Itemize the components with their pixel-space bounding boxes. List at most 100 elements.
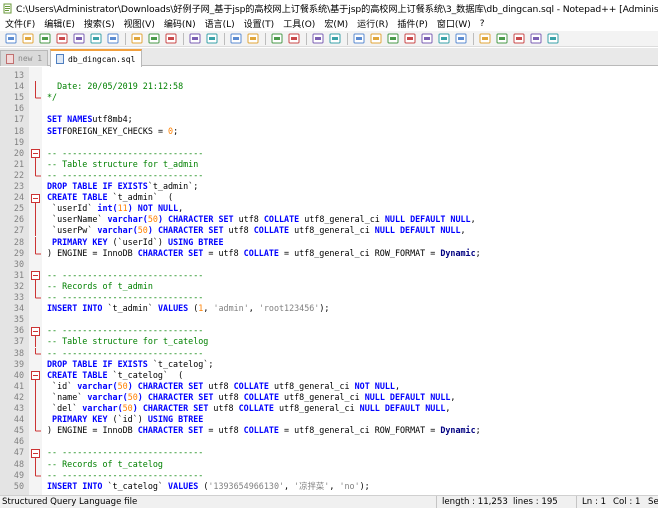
new-file-icon[interactable] <box>3 32 18 45</box>
function-list-icon[interactable] <box>419 32 434 45</box>
code-line[interactable]: INSERT INTO `t_admin` VALUES (1, 'admin'… <box>47 303 329 314</box>
menu-file[interactable]: 文件(F) <box>0 17 39 30</box>
record-macro-icon[interactable] <box>477 32 492 45</box>
sync-v-icon[interactable] <box>310 32 325 45</box>
status-lines: lines : 195 <box>513 497 558 507</box>
tab-new-1[interactable]: new 1 <box>0 50 48 66</box>
zoom-in-icon[interactable] <box>269 32 284 45</box>
tab-db-dingcan-sql[interactable]: db_dingcan.sql <box>50 49 142 67</box>
line-number: 28 <box>13 236 24 247</box>
notepadpp-window: C:\Users\Administrator\Downloads\好例子网_基于… <box>0 0 658 508</box>
code-token: ); <box>359 480 370 491</box>
code-line[interactable]: DROP TABLE IF EXISTS`t_admin`; <box>47 181 198 192</box>
line-number: 13 <box>13 70 24 80</box>
menu-encoding[interactable]: 编码(N) <box>159 17 200 30</box>
find-icon[interactable] <box>228 32 243 45</box>
menu-search[interactable]: 搜索(S) <box>79 17 119 30</box>
fold-line <box>35 403 36 415</box>
cut-icon[interactable] <box>129 32 144 45</box>
status-ln: Ln : 1 <box>582 497 607 507</box>
code-line[interactable]: INSERT INTO `t_catelog` VALUES ('1393654… <box>47 481 370 492</box>
menu-edit[interactable]: 编辑(E) <box>39 17 79 30</box>
code-line[interactable]: -- ---------------------------- <box>47 470 203 481</box>
code-token: 'admin' <box>213 303 249 314</box>
undo-icon[interactable] <box>187 32 202 45</box>
code-token: , <box>394 380 401 391</box>
line-number: 41 <box>13 380 24 391</box>
code-token: -- Records of t_catelog <box>47 458 163 469</box>
folder-workspace-icon[interactable] <box>436 32 451 45</box>
menu-settings[interactable]: 设置(T) <box>239 17 279 30</box>
stop-record-icon[interactable] <box>494 32 509 45</box>
menu-view[interactable]: 视图(V) <box>119 17 159 30</box>
tab-label: db_dingcan.sql <box>68 54 136 64</box>
code-line[interactable]: -- Records of t_admin <box>47 281 153 292</box>
zoom-out-icon[interactable] <box>286 32 301 45</box>
menu-window[interactable]: 窗口(W) <box>432 17 475 30</box>
redo-icon[interactable] <box>204 32 219 45</box>
editor-area[interactable]: 13 14 Date: 20/05/2019 21:12:58 15 */ 16 17 SE… <box>0 67 658 495</box>
menu-language[interactable]: 语言(L) <box>200 17 239 30</box>
code-line[interactable]: `userId` int(11) NOT NULL, <box>47 203 183 214</box>
code-token: CHARACTER SET <box>137 247 204 258</box>
word-wrap-icon[interactable] <box>351 32 366 45</box>
code-token: COLLATE <box>243 391 279 402</box>
code-line[interactable]: -- ---------------------------- <box>47 170 203 181</box>
code-line[interactable]: -- ---------------------------- <box>47 325 203 336</box>
paste-icon[interactable] <box>163 32 178 45</box>
code-token: utf8mb4; <box>92 114 133 125</box>
save-icon[interactable] <box>37 32 52 45</box>
replace-icon[interactable] <box>245 32 260 45</box>
indent-guide-icon[interactable] <box>385 32 400 45</box>
code-line[interactable]: -- ---------------------------- <box>47 447 203 458</box>
doc-map-icon[interactable] <box>402 32 417 45</box>
open-file-icon[interactable] <box>20 32 35 45</box>
line-number: 16 <box>13 103 24 114</box>
monitor-icon[interactable] <box>453 32 468 45</box>
menu-run[interactable]: 运行(R) <box>352 17 392 30</box>
code-token: `t_catelog`; <box>147 358 214 369</box>
save-all-icon[interactable] <box>54 32 69 45</box>
code-line[interactable]: ) ENGINE = InnoDB CHARACTER SET = utf8 C… <box>47 248 481 259</box>
code-line[interactable]: -- ---------------------------- <box>47 270 203 281</box>
code-token: USING BTREE <box>168 236 224 247</box>
toolbar-separator <box>265 32 266 45</box>
code-line[interactable]: CREATE TABLE `t_admin` ( <box>47 192 173 203</box>
code-line[interactable]: `userName` varchar(50) CHARACTER SET utf… <box>47 214 476 225</box>
code-line[interactable]: -- Records of t_catelog <box>47 459 163 470</box>
code-line[interactable]: */ <box>47 92 57 103</box>
code-line[interactable]: Date: 20/05/2019 21:12:58 <box>47 81 183 92</box>
menu-tools[interactable]: 工具(O) <box>278 17 319 30</box>
code-line[interactable]: -- ---------------------------- <box>47 292 203 303</box>
line-number: 30 <box>13 258 24 269</box>
run-macro-icon[interactable] <box>528 32 543 45</box>
sync-h-icon[interactable] <box>327 32 342 45</box>
close-icon[interactable] <box>71 32 86 45</box>
code-token: */ <box>47 92 58 103</box>
save-macro-icon[interactable] <box>545 32 560 45</box>
print-icon[interactable] <box>105 32 120 45</box>
code-line[interactable]: -- ---------------------------- <box>47 148 203 159</box>
menu-help[interactable]: ? <box>475 19 489 29</box>
code-line[interactable]: CREATE TABLE `t_catelog` ( <box>47 370 183 381</box>
code-line[interactable]: ) ENGINE = InnoDB CHARACTER SET = utf8 C… <box>47 425 481 436</box>
menu-macro[interactable]: 宏(M) <box>319 17 352 30</box>
code-line[interactable]: `del` varchar(50) CHARACTER SET utf8 COL… <box>47 403 450 414</box>
code-line[interactable]: SETFOREIGN_KEY_CHECKS = 0; <box>47 126 178 137</box>
menu-plugins[interactable]: 插件(P) <box>392 17 431 30</box>
code-line[interactable]: PRIMARY KEY (`id`) USING BTREE <box>47 414 203 425</box>
code-line[interactable]: SET NAMESutf8mb4; <box>47 114 133 125</box>
code-line[interactable]: DROP TABLE IF EXISTS `t_catelog`; <box>47 359 213 370</box>
toolbar-separator <box>183 32 184 45</box>
code-line[interactable]: -- Table structure for t_admin <box>47 159 198 170</box>
code-line[interactable]: `userPw` varchar(50) CHARACTER SET utf8 … <box>47 225 466 236</box>
code-line[interactable]: PRIMARY KEY (`userId`) USING BTREE <box>47 236 224 248</box>
show-all-chars-icon[interactable] <box>368 32 383 45</box>
play-macro-icon[interactable] <box>511 32 526 45</box>
copy-icon[interactable] <box>146 32 161 45</box>
code-line[interactable]: `name` varchar(50) CHARACTER SET utf8 CO… <box>47 392 455 403</box>
code-line[interactable]: `id` varchar(50) CHARACTER SET utf8 COLL… <box>47 381 400 392</box>
code-line[interactable]: -- Table structure for t_catelog <box>47 336 208 347</box>
code-line[interactable]: -- ---------------------------- <box>47 348 203 359</box>
close-all-icon[interactable] <box>88 32 103 45</box>
